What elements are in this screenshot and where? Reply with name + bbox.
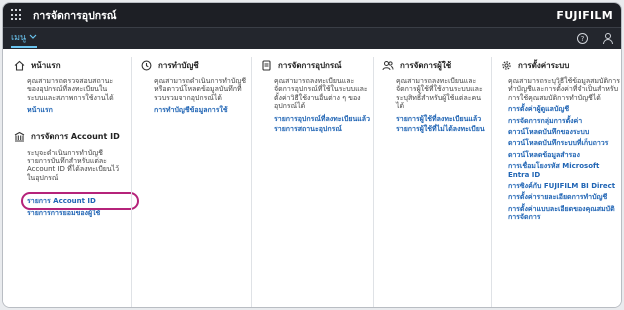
chevron-down-icon [29,34,37,39]
devices-title: การจัดการอุปกรณ์ [278,60,342,70]
users-icon [382,59,394,71]
device-status-link[interactable]: รายการสถานะอุปกรณ์ [258,125,371,133]
clock-icon [140,59,152,71]
user-consent-list-link[interactable]: รายการการยอมของผู้ใช้ [11,209,123,217]
download-archived-log-link[interactable]: ดาวน์โหลดบันทึกระบบที่เก็บถาวร [498,139,621,147]
column-devices: การจัดการอุปกรณ์ คุณสามารถลงทะเบียนและจั… [251,57,371,307]
billing-description: คุณสามารถดำเนินการทำบัญชีหรือดาวน์โหลดข้… [154,77,246,102]
menu-bar: เมนู ? [3,27,621,49]
column-users: การจัดการผู้ใช้ คุณสามารถลงทะเบียนและจัด… [373,57,489,307]
help-icon[interactable]: ? [577,33,588,44]
users-description: คุณสามารถลงทะเบียนและจัดการผู้ใช้ที่ใช้ง… [396,77,483,111]
settings-heading: การตั้งค่าระบบ [498,57,621,73]
menu-panel: หน้าแรก คุณสามารถตรวจสอบสถานะของอุปกรณ์ท… [3,49,621,307]
user-icon[interactable] [602,33,613,44]
billing-usage-link[interactable]: การทำบัญชีข้อมูลการใช้ [138,106,249,114]
highlight-oval [21,192,139,211]
settings-description: คุณสามารถระบุวิธีใช้ข้อมูลสมบัติการทำบัญ… [508,77,620,102]
home-title: หน้าแรก [31,60,61,70]
column-settings: การตั้งค่าระบบ คุณสามารถระบุวิธีใช้ข้อมู… [491,57,621,307]
accounting-admin-link[interactable]: การตั้งค่าผู้ดูแลบัญชี [498,105,621,113]
download-system-log-link[interactable]: ดาวน์โหลดบันทึกของระบบ [498,128,621,136]
management-detail-settings-link[interactable]: การตั้งค่าแบบละเอียดของคุณสมบัติการจัดกา… [498,205,621,222]
app-window: การจัดการอุปกรณ์ FUJIFILM เมนู ? หน้าแรก… [2,2,622,308]
device-icon [260,59,272,71]
download-backup-link[interactable]: ดาวน์โหลดข้อมูลสำรอง [498,151,621,159]
home-description: คุณสามารถตรวจสอบสถานะของอุปกรณ์ที่ลงทะเบ… [27,77,114,102]
billing-heading: การทำบัญชี [138,57,249,73]
unregistered-users-link[interactable]: รายการผู้ใช้ที่ไม่ได้ลงทะเบียน [380,125,489,133]
settings-title: การตั้งค่าระบบ [518,60,570,70]
account-title: การจัดการ Account ID [31,132,120,142]
app-launcher-icon[interactable] [11,9,23,21]
column-billing: การทำบัญชี คุณสามารถดำเนินการทำบัญชีหรือ… [131,57,249,307]
home-link[interactable]: หน้าแรก [11,106,123,114]
devices-description: คุณสามารถลงทะเบียนและจัดการอุปกรณ์ที่ใช้… [274,77,368,111]
settings-group-link[interactable]: การจัดการกลุ่มการตั้งค่า [498,117,621,125]
users-heading: การจัดการผู้ใช้ [380,57,489,73]
menu-label: เมนู [11,32,27,43]
billing-title: การทำบัญชี [158,60,199,70]
brand-logo: FUJIFILM [556,8,613,22]
app-title: การจัดการอุปกรณ์ [33,9,117,22]
top-bar: การจัดการอุปกรณ์ FUJIFILM [3,3,621,27]
users-title: การจัดการผู้ใช้ [400,60,452,70]
account-heading: การจัดการ Account ID [11,129,123,145]
home-icon [13,59,25,71]
devices-heading: การจัดการอุปกรณ์ [258,57,371,73]
gear-icon [500,59,512,71]
entra-id-link[interactable]: การเชื่อมโยงรหัส Microsoft Entra ID [498,162,621,179]
column-home: หน้าแรก คุณสามารถตรวจสอบสถานะของอุปกรณ์ท… [11,57,139,307]
registered-devices-link[interactable]: รายการอุปกรณ์ที่ลงทะเบียนแล้ว [258,115,371,123]
home-heading: หน้าแรก [11,57,123,73]
bi-direct-sync-link[interactable]: การซิงค์กับ FUJIFILM BI Direct [498,182,621,190]
menu-button[interactable]: เมนู [11,30,38,48]
account-description: ระบุจะดำเนินการทำบัญชีรายการบันทึกสำหรับ… [27,148,120,182]
registered-users-link[interactable]: รายการผู้ใช้ที่ลงทะเบียนแล้ว [380,115,489,123]
accounting-detail-settings-link[interactable]: การตั้งค่ารายละเอียดการทำบัญชี [498,193,621,201]
building-icon [13,131,25,143]
account-id-highlight: รายการ Account ID [21,192,139,211]
